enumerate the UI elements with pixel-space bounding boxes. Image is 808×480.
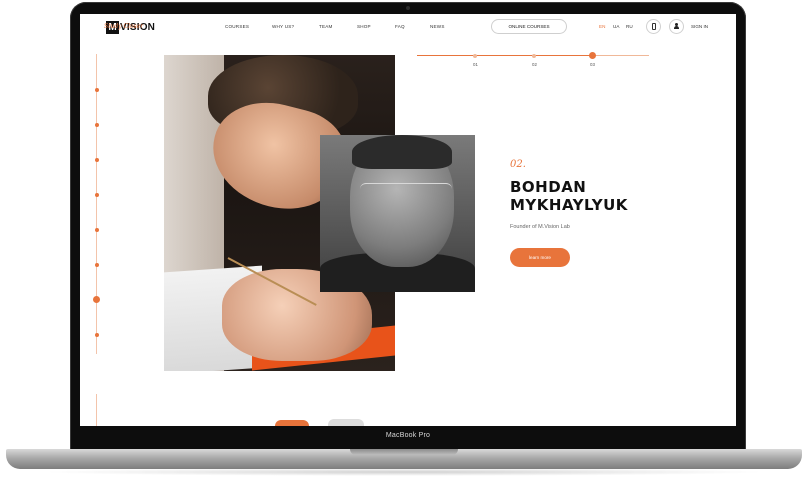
- section-scroll-track-lower: [96, 394, 97, 426]
- nav-shop[interactable]: SHOP: [357, 24, 371, 29]
- camera-icon: [406, 6, 410, 10]
- logo-tagline: Study Closer: [104, 23, 144, 30]
- lang-ru[interactable]: RU: [626, 24, 633, 29]
- next-section-tab: [275, 420, 309, 426]
- section-dot[interactable]: [94, 88, 99, 92]
- slider-step-dot[interactable]: [473, 53, 477, 58]
- slider-step-dot[interactable]: [532, 53, 536, 58]
- account-button[interactable]: [669, 19, 684, 34]
- nav-why-us[interactable]: WHY US?: [272, 24, 294, 29]
- laptop-notch: [350, 449, 458, 455]
- section-dot[interactable]: [94, 158, 99, 162]
- online-courses-button[interactable]: ONLINE COURSES: [491, 19, 567, 34]
- nav-faq[interactable]: FAQ: [395, 24, 405, 29]
- phone-icon: [652, 23, 656, 30]
- person-index: 02.: [510, 159, 526, 170]
- section-dot[interactable]: [94, 263, 99, 267]
- nav-news[interactable]: NEWS: [430, 24, 445, 29]
- person-role: Founder of M.Vision Lab: [510, 224, 570, 230]
- device-label: MacBook Pro: [385, 432, 431, 439]
- phone-button[interactable]: [646, 19, 661, 34]
- nav-team[interactable]: TEAM: [319, 24, 333, 29]
- slider-progress-fill: [417, 55, 592, 56]
- slider-step-label: 03: [590, 62, 595, 67]
- nav-courses[interactable]: COURSES: [225, 24, 249, 29]
- section-dot[interactable]: [94, 228, 99, 232]
- portrait-photo: [320, 135, 475, 292]
- slider-step-dot-active[interactable]: [589, 52, 596, 59]
- person-name: BOHDAN MYKHAYLYUK: [510, 178, 628, 214]
- section-dot-active[interactable]: [93, 296, 100, 303]
- next-section-tab: [328, 419, 364, 426]
- sign-in-link[interactable]: SIGN IN: [691, 24, 708, 29]
- section-dot[interactable]: [94, 123, 99, 127]
- learn-more-button[interactable]: learn more: [510, 248, 570, 267]
- user-icon: [674, 23, 679, 29]
- person-name-line2: MYKHAYLYUK: [510, 196, 628, 214]
- slider-step-label: 02: [532, 62, 537, 67]
- section-scroll-track: [96, 54, 97, 354]
- site-header: M VISION Study Closer COURSES WHY US? TE…: [80, 14, 736, 40]
- section-dot[interactable]: [94, 333, 99, 337]
- lang-ua[interactable]: UA: [613, 24, 619, 29]
- section-dot[interactable]: [94, 193, 99, 197]
- macbook-frame: M VISION Study Closer COURSES WHY US? TE…: [0, 0, 808, 480]
- person-name-line1: BOHDAN: [510, 178, 587, 196]
- website-screen: M VISION Study Closer COURSES WHY US? TE…: [80, 14, 736, 426]
- lang-en[interactable]: EN: [599, 24, 605, 29]
- slider-step-label: 01: [473, 62, 478, 67]
- laptop-shadow: [40, 468, 768, 476]
